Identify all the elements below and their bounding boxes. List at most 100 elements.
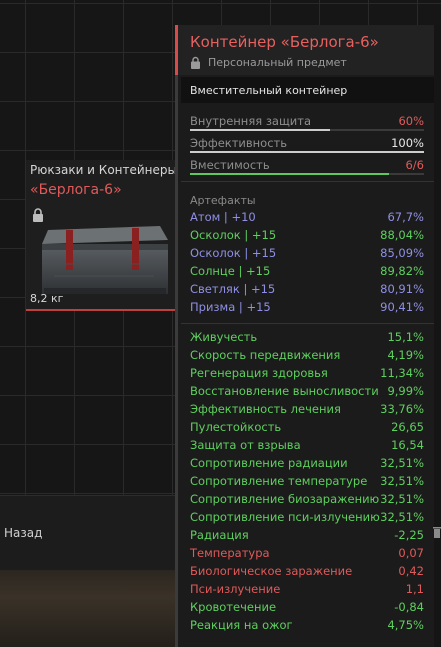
effect-row: Сопротивление биозаражению 32,51% xyxy=(190,492,424,509)
effect-label: Регенерация здоровья xyxy=(190,366,328,380)
effect-label: Восстановление выносливости xyxy=(190,384,379,398)
effect-value: 16,54 xyxy=(391,438,424,452)
effect-row: Сопротивление температуре 32,51% xyxy=(190,474,424,491)
stat-row: Внутренняя защита 60% xyxy=(190,114,424,132)
effect-row: Регенерация здоровья 11,34% xyxy=(190,366,424,383)
artifact-row: Осколок | +15 85,09% xyxy=(190,246,424,263)
effect-row: Реакция на ожог 4,75% xyxy=(190,618,424,635)
divider xyxy=(181,181,437,182)
artifacts-title: Артефакты xyxy=(190,194,256,207)
tooltip-title: Контейнер «Берлога-6» xyxy=(190,33,379,51)
stat-row: Эффективность 100% xyxy=(190,136,424,154)
effect-row: Биологическое заражение 0,42 xyxy=(190,564,424,581)
item-type-box: Вместительный контейнер xyxy=(181,77,437,103)
effect-label: Скорость передвижения xyxy=(190,348,341,362)
artifact-label: Атом | +10 xyxy=(190,210,256,224)
artifact-value: 90,41% xyxy=(380,300,424,314)
trash-icon[interactable] xyxy=(433,526,441,538)
effect-label: Сопротивление радиации xyxy=(190,456,348,470)
artifact-value: 89,82% xyxy=(380,264,424,278)
effect-label: Реакция на ожог xyxy=(190,618,293,632)
artifact-value: 67,7% xyxy=(387,210,424,224)
effect-label: Температура xyxy=(190,546,270,560)
effect-label: Радиация xyxy=(190,528,249,542)
item-card-border xyxy=(26,309,178,311)
effect-row: Радиация -2,25 xyxy=(190,528,424,545)
stat-value: 6/6 xyxy=(405,158,424,172)
tooltip-subtitle: Персональный предмет xyxy=(208,56,347,69)
effect-value: 9,99% xyxy=(387,384,424,398)
effect-value: 33,76% xyxy=(380,402,424,416)
effect-row: Защита от взрыва 16,54 xyxy=(190,438,424,455)
effect-label: Защита от взрыва xyxy=(190,438,301,452)
artifact-row: Осколок | +15 88,04% xyxy=(190,228,424,245)
effect-label: Пулестойкость xyxy=(190,420,282,434)
effect-value: 32,51% xyxy=(380,456,424,470)
effect-row: Эффективность лечения 33,76% xyxy=(190,402,424,419)
effect-value: 11,34% xyxy=(380,366,424,380)
effect-row: Скорость передвижения 4,19% xyxy=(190,348,424,365)
item-card[interactable]: Рюкзаки и Контейнеры «Берлога-6» 8,2 кг xyxy=(26,160,178,310)
effect-row: Кровотечение -0,84 xyxy=(190,600,424,617)
artifact-value: 85,09% xyxy=(380,246,424,260)
item-type: Вместительный контейнер xyxy=(190,84,348,97)
effect-label: Сопротивление температуре xyxy=(190,474,368,488)
effect-value: -2,25 xyxy=(394,528,424,542)
artifact-label: Светляк | +15 xyxy=(190,282,276,296)
artifact-label: Призма | +15 xyxy=(190,300,271,314)
effect-row: Живучесть 15,1% xyxy=(190,330,424,347)
stat-bar-fill xyxy=(190,173,389,175)
artifact-label: Солнце | +15 xyxy=(190,264,271,278)
effect-value: 0,07 xyxy=(398,546,424,560)
artifact-label: Осколок | +15 xyxy=(190,228,277,242)
artifact-value: 88,04% xyxy=(380,228,424,242)
effect-row: Температура 0,07 xyxy=(190,546,424,563)
back-button[interactable]: Назад xyxy=(4,526,42,540)
stat-bar xyxy=(190,173,424,175)
item-tooltip: Контейнер «Берлога-6» Персональный предм… xyxy=(175,25,440,647)
stat-label: Вместимость xyxy=(190,158,270,172)
stat-value: 100% xyxy=(391,136,424,150)
item-name: «Берлога-6» xyxy=(30,182,122,198)
effect-label: Живучесть xyxy=(190,330,258,344)
effect-row: Сопротивление пси-излучению 32,51% xyxy=(190,510,424,527)
artifact-label: Осколок | +15 xyxy=(190,246,277,260)
effect-row: Сопротивление радиации 32,51% xyxy=(190,456,424,473)
stat-bar xyxy=(190,129,424,131)
effect-value: -0,84 xyxy=(394,600,424,614)
artifact-row: Светляк | +15 80,91% xyxy=(190,282,424,299)
stat-row: Вместимость 6/6 xyxy=(190,158,424,176)
stat-value: 60% xyxy=(398,114,424,128)
effect-label: Эффективность лечения xyxy=(190,402,341,416)
item-category: Рюкзаки и Контейнеры xyxy=(30,163,177,177)
effect-value: 4,75% xyxy=(387,618,424,632)
divider xyxy=(181,323,437,324)
artifact-value: 80,91% xyxy=(380,282,424,296)
artifact-row: Атом | +10 67,7% xyxy=(190,210,424,227)
artifact-row: Призма | +15 90,41% xyxy=(190,300,424,317)
lock-icon xyxy=(191,56,200,69)
effect-value: 1,1 xyxy=(405,582,424,596)
effect-row: Пулестойкость 26,65 xyxy=(190,420,424,437)
effect-label: Сопротивление биозаражению xyxy=(190,492,380,506)
effect-value: 32,51% xyxy=(380,510,424,524)
stat-bar-fill xyxy=(190,151,424,153)
effect-value: 32,51% xyxy=(380,474,424,488)
stat-label: Внутренняя защита xyxy=(190,114,312,128)
effect-label: Кровотечение xyxy=(190,600,277,614)
stat-bar xyxy=(190,151,424,153)
tooltip-header: Контейнер «Берлога-6» Персональный предм… xyxy=(175,25,440,75)
effect-value: 15,1% xyxy=(387,330,424,344)
effect-label: Биологическое заражение xyxy=(190,564,353,578)
effect-row: Восстановление выносливости 9,99% xyxy=(190,384,424,401)
effect-label: Пси-излучение xyxy=(190,582,281,596)
effect-row: Пси-излучение 1,1 xyxy=(190,582,424,599)
item-weight: 8,2 кг xyxy=(30,292,64,305)
effect-label: Сопротивление пси-излучению xyxy=(190,510,380,524)
stat-bar-fill xyxy=(190,129,331,131)
effect-value: 0,42 xyxy=(398,564,424,578)
effect-value: 4,19% xyxy=(387,348,424,362)
tooltip-scroll-edge xyxy=(434,25,441,647)
artifact-row: Солнце | +15 89,82% xyxy=(190,264,424,281)
container-image xyxy=(42,226,168,294)
